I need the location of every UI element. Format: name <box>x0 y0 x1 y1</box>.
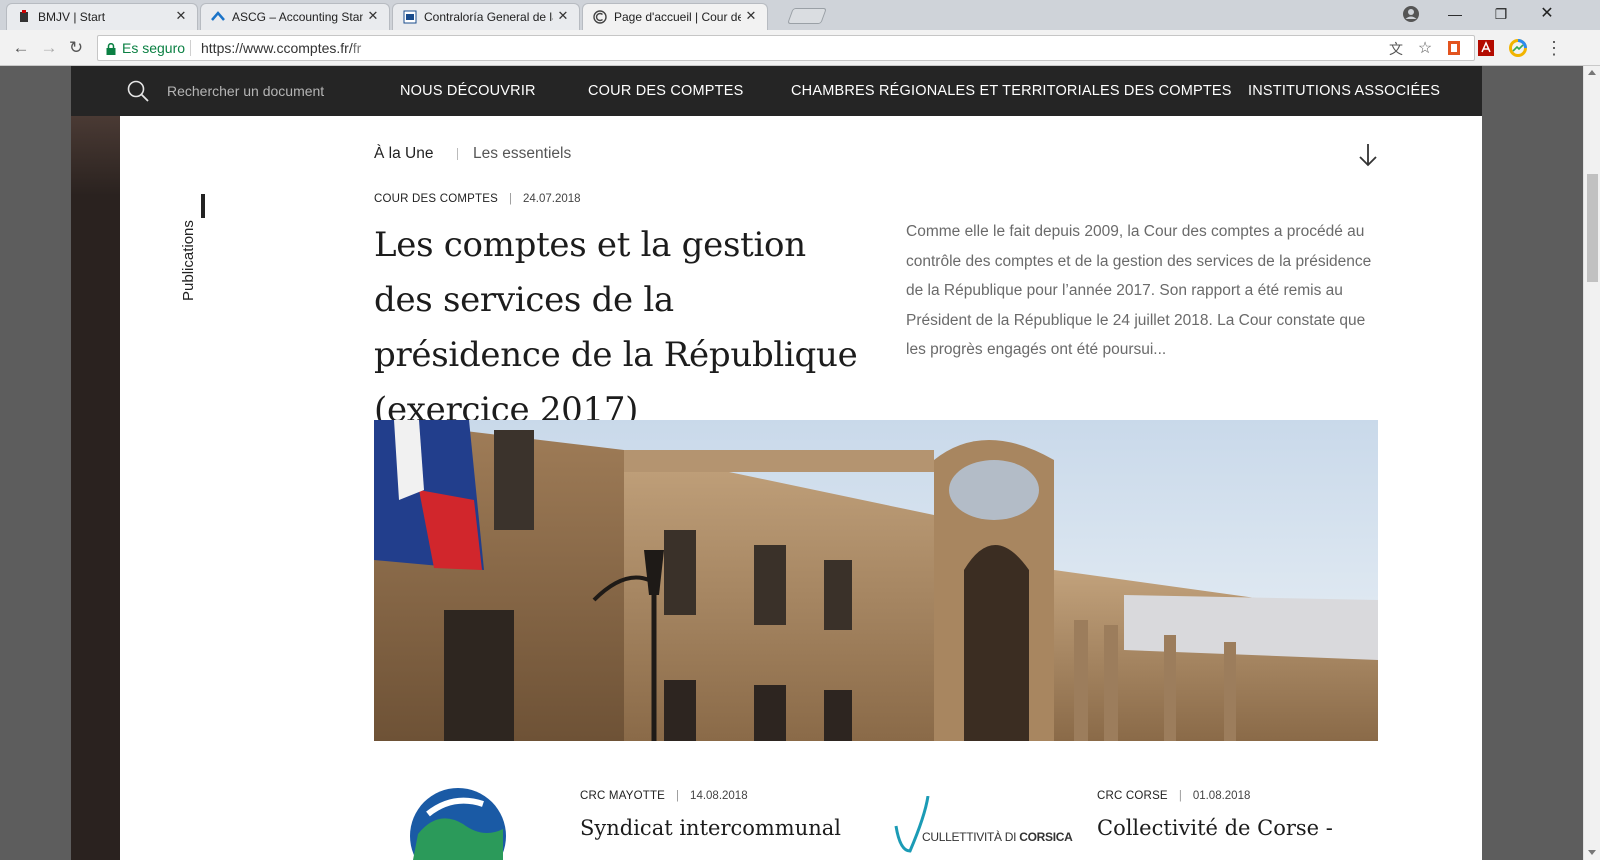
bookmark-star-icon[interactable]: ☆ <box>1417 41 1433 57</box>
sync-extension-icon[interactable] <box>1509 39 1527 57</box>
acrobat-extension-icon[interactable] <box>1477 39 1495 57</box>
profile-icon[interactable] <box>1402 5 1420 23</box>
forward-arrow-icon[interactable]: → <box>38 37 60 59</box>
contraloria-favicon-icon <box>403 10 417 24</box>
corsica-logo-text-a: CULLETTIVITÀ DI <box>922 830 1017 844</box>
corsica-logo-text-b: CORSICA <box>1019 830 1073 844</box>
corsica-logo[interactable]: CULLETTIVITÀ DI CORSICA <box>890 796 1073 856</box>
close-tab-icon[interactable]: ✕ <box>174 9 188 23</box>
mayotte-logo-icon[interactable] <box>408 784 508 860</box>
menu-dots-icon[interactable]: ⋮ <box>1543 37 1565 59</box>
browser-tab[interactable]: BMJV | Start ✕ <box>6 3 198 30</box>
browser-tab[interactable]: Contraloría General de la ✕ <box>392 3 580 30</box>
main-content: Publications À la Une Les essentiels COU… <box>120 116 1482 860</box>
nav-cour-des-comptes[interactable]: COUR DES COMPTES <box>588 83 743 99</box>
browser-toolbar: ← → ↻ Es seguro https://www.ccomptes.fr/… <box>0 30 1600 66</box>
left-photo-strip <box>71 116 120 860</box>
card-source[interactable]: CRC CORSE <box>1097 790 1168 802</box>
scrollbar-thumb[interactable] <box>1587 174 1598 282</box>
tab-title: ASCG – Accounting Stanc <box>232 10 363 24</box>
page-scrollbar[interactable] <box>1583 66 1600 860</box>
scroll-down-icon[interactable] <box>1588 850 1596 855</box>
card-source[interactable]: CRC MAYOTTE <box>580 790 665 802</box>
publications-label[interactable]: Publications <box>180 220 197 301</box>
page-right-margin <box>1482 116 1583 860</box>
nav-chambres-regionales[interactable]: CHAMBRES RÉGIONALES ET TERRITORIALES DES… <box>791 83 1232 99</box>
card-date: 01.08.2018 <box>1192 790 1251 802</box>
eagle-favicon-icon <box>20 10 28 22</box>
card-meta: CRC MAYOTTE | 14.08.2018 <box>580 790 748 802</box>
tab-title: Page d'accueil | Cour des <box>614 10 741 24</box>
nav-nous-decouvrir[interactable]: NOUS DÉCOUVRIR <box>400 83 536 99</box>
close-window-icon[interactable]: ✕ <box>1524 0 1570 28</box>
tab-title: Contraloría General de la <box>424 10 553 24</box>
subtab-divider <box>457 148 458 160</box>
hero-palace-image[interactable] <box>374 420 1378 741</box>
url-text: https://www.ccomptes.fr/fr <box>201 40 362 56</box>
office-extension-icon[interactable] <box>1445 39 1463 57</box>
section-indicator <box>201 194 205 218</box>
featured-date: 24.07.2018 <box>522 193 581 205</box>
lock-icon <box>106 43 116 55</box>
security-label: Es seguro <box>122 40 186 56</box>
featured-meta: COUR DES COMPTES | 24.07.2018 <box>374 193 581 205</box>
featured-source[interactable]: COUR DES COMPTES <box>374 193 498 205</box>
featured-summary: Comme elle le fait depuis 2009, la Cour … <box>906 223 1372 358</box>
nav-institutions-associees[interactable]: INSTITUTIONS ASSOCIÉES <box>1248 83 1440 99</box>
close-tab-icon[interactable]: ✕ <box>556 9 570 23</box>
card-title[interactable]: Syndicat intercommunal <box>580 816 841 840</box>
tab-les-essentiels[interactable]: Les essentiels <box>473 145 571 163</box>
tab-a-la-une[interactable]: À la Une <box>374 145 433 163</box>
featured-title[interactable]: Les comptes et la gestion des services d… <box>374 218 864 438</box>
browser-tab[interactable]: ASCG – Accounting Stanc ✕ <box>200 3 390 30</box>
tab-title: BMJV | Start <box>38 10 106 24</box>
browser-tab-active[interactable]: Page d'accueil | Cour des ✕ <box>582 3 768 30</box>
browser-tab-strip: BMJV | Start ✕ ASCG – Accounting Stanc ✕… <box>0 0 1600 30</box>
close-tab-icon[interactable]: ✕ <box>366 9 380 23</box>
ascg-favicon-icon <box>211 11 225 21</box>
reload-icon[interactable]: ↻ <box>65 37 87 59</box>
site-navigation: Rechercher un document NOUS DÉCOUVRIR CO… <box>71 66 1482 116</box>
back-arrow-icon[interactable]: ← <box>10 37 32 59</box>
minimize-icon[interactable]: — <box>1432 0 1478 28</box>
new-tab-button[interactable] <box>787 8 827 24</box>
corsica-wave-icon <box>894 796 930 853</box>
omnibox-divider <box>190 40 191 56</box>
card-title[interactable]: Collectivité de Corse - <box>1097 816 1333 840</box>
scroll-up-icon[interactable] <box>1588 70 1596 75</box>
translate-icon[interactable]: 文 <box>1388 41 1404 57</box>
search-input[interactable]: Rechercher un document <box>167 83 324 99</box>
close-tab-icon[interactable]: ✕ <box>744 9 758 23</box>
card-date: 14.08.2018 <box>690 790 748 802</box>
arrow-down-icon[interactable] <box>1357 142 1379 168</box>
restore-icon[interactable]: ❐ <box>1478 0 1524 28</box>
card-meta: CRC CORSE | 01.08.2018 <box>1097 790 1251 802</box>
page-viewport: Rechercher un document NOUS DÉCOUVRIR CO… <box>0 66 1583 860</box>
cour-des-comptes-favicon-icon <box>593 10 607 24</box>
address-bar[interactable]: Es seguro https://www.ccomptes.fr/fr 文 ☆ <box>97 35 1475 61</box>
search-icon[interactable] <box>126 79 150 103</box>
